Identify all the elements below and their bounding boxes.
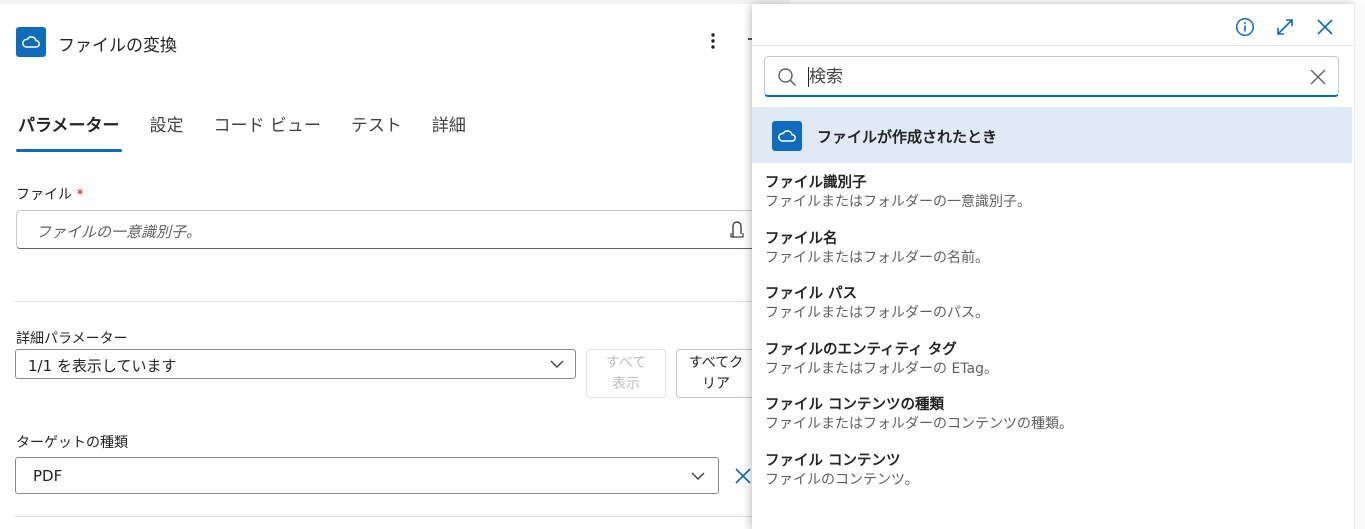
info-icon[interactable] (1234, 16, 1256, 38)
top-divider (0, 0, 790, 4)
clear-all-line1: すべてク (688, 355, 744, 371)
show-all-line1: すべて (605, 355, 647, 371)
file-field-label: ファイル * (16, 184, 83, 204)
item-description: ファイルのコンテンツ。 (765, 471, 919, 488)
search-input[interactable] (809, 63, 1289, 91)
item-name: ファイル コンテンツ (765, 452, 901, 469)
list-item[interactable]: ファイルのエンティティ タグ ファイルまたはフォルダーの ETag。 (765, 340, 1345, 396)
file-input-placeholder: ファイルの一意識別子。 (36, 223, 202, 241)
advanced-params-value: 1/1 を表示しています (28, 357, 177, 375)
trigger-section-header[interactable]: ファイルが作成されたとき (752, 107, 1352, 163)
remove-param-icon[interactable] (733, 466, 753, 486)
show-all-line2: 表示 (612, 376, 640, 392)
show-all-button[interactable]: すべて 表示 (586, 349, 666, 398)
required-mark: * (76, 187, 84, 203)
chevron-down-icon (690, 468, 706, 484)
advanced-params-label: 詳細パラメーター (16, 331, 128, 347)
clear-all-button[interactable]: すべてク リア (676, 349, 756, 398)
onedrive-cloud-icon (772, 121, 802, 151)
advanced-params-select[interactable]: 1/1 を表示しています (15, 349, 576, 379)
item-name: ファイル名 (765, 230, 838, 247)
item-name: ファイルのエンティティ タグ (765, 341, 957, 358)
clear-search-icon[interactable] (1310, 69, 1326, 85)
tab-settings[interactable]: 設定 (150, 114, 184, 152)
dynamic-content-popup: ファイルが作成されたとき ファイル識別子 ファイルまたはフォルダーの一意識別子。… (752, 4, 1354, 529)
tab-test[interactable]: テスト (351, 114, 402, 152)
bottom-divider (15, 516, 755, 517)
page-scrollbar[interactable] (1354, 4, 1365, 529)
item-description: ファイルまたはフォルダーの一意識別子。 (765, 194, 1031, 210)
tab-list: パラメーター 設定 コード ビュー テスト 詳細 (16, 114, 496, 152)
target-type-label: ターゲットの種類 (16, 435, 128, 451)
tab-code-view[interactable]: コード ビュー (214, 114, 321, 152)
section-title: ファイルが作成されたとき (817, 128, 998, 146)
list-item[interactable]: ファイル名 ファイルまたはフォルダーの名前。 (765, 229, 1345, 285)
more-vertical-icon[interactable] (700, 28, 726, 54)
tab-details[interactable]: 詳細 (432, 114, 466, 152)
file-input[interactable]: ファイルの一意識別子。 (16, 210, 756, 249)
section-divider (15, 301, 755, 302)
chevron-down-icon (549, 356, 565, 372)
expand-icon[interactable] (1274, 16, 1296, 38)
list-item[interactable]: ファイル パス ファイルまたはフォルダーのパス。 (765, 284, 1345, 340)
dynamic-content-list: ファイル識別子 ファイルまたはフォルダーの一意識別子。 ファイル名 ファイルまた… (765, 173, 1345, 507)
action-config-panel: ファイルの変換 パラメーター 設定 コード ビュー テスト 詳細 ファイル * … (0, 0, 790, 529)
item-name: ファイル コンテンツの種類 (765, 397, 945, 414)
close-icon[interactable] (1314, 16, 1336, 38)
target-type-select[interactable]: PDF (15, 457, 719, 494)
target-type-value: PDF (33, 467, 63, 485)
popup-header (752, 4, 1354, 46)
onedrive-cloud-icon (16, 27, 46, 57)
item-description: ファイルまたはフォルダーのパス。 (765, 305, 989, 322)
item-description: ファイルまたはフォルダーの ETag。 (765, 360, 998, 377)
item-name: ファイル パス (765, 286, 858, 303)
paperclip-icon[interactable] (729, 220, 745, 240)
page-title: ファイルの変換 (58, 36, 177, 56)
list-item[interactable]: ファイル コンテンツの種類 ファイルまたはフォルダーのコンテンツの種類。 (765, 395, 1345, 451)
tab-parameters[interactable]: パラメーター (16, 114, 121, 152)
file-label-text: ファイル (16, 187, 72, 203)
list-item[interactable]: ファイル識別子 ファイルまたはフォルダーの一意識別子。 (765, 173, 1345, 229)
clear-all-line2: リア (702, 376, 730, 392)
list-item[interactable]: ファイル コンテンツ ファイルのコンテンツ。 (765, 451, 1345, 507)
item-name: ファイル識別子 (765, 175, 867, 191)
search-box[interactable] (764, 56, 1339, 97)
item-description: ファイルまたはフォルダーのコンテンツの種類。 (765, 416, 1073, 433)
search-icon (777, 67, 797, 87)
item-description: ファイルまたはフォルダーの名前。 (765, 249, 989, 266)
